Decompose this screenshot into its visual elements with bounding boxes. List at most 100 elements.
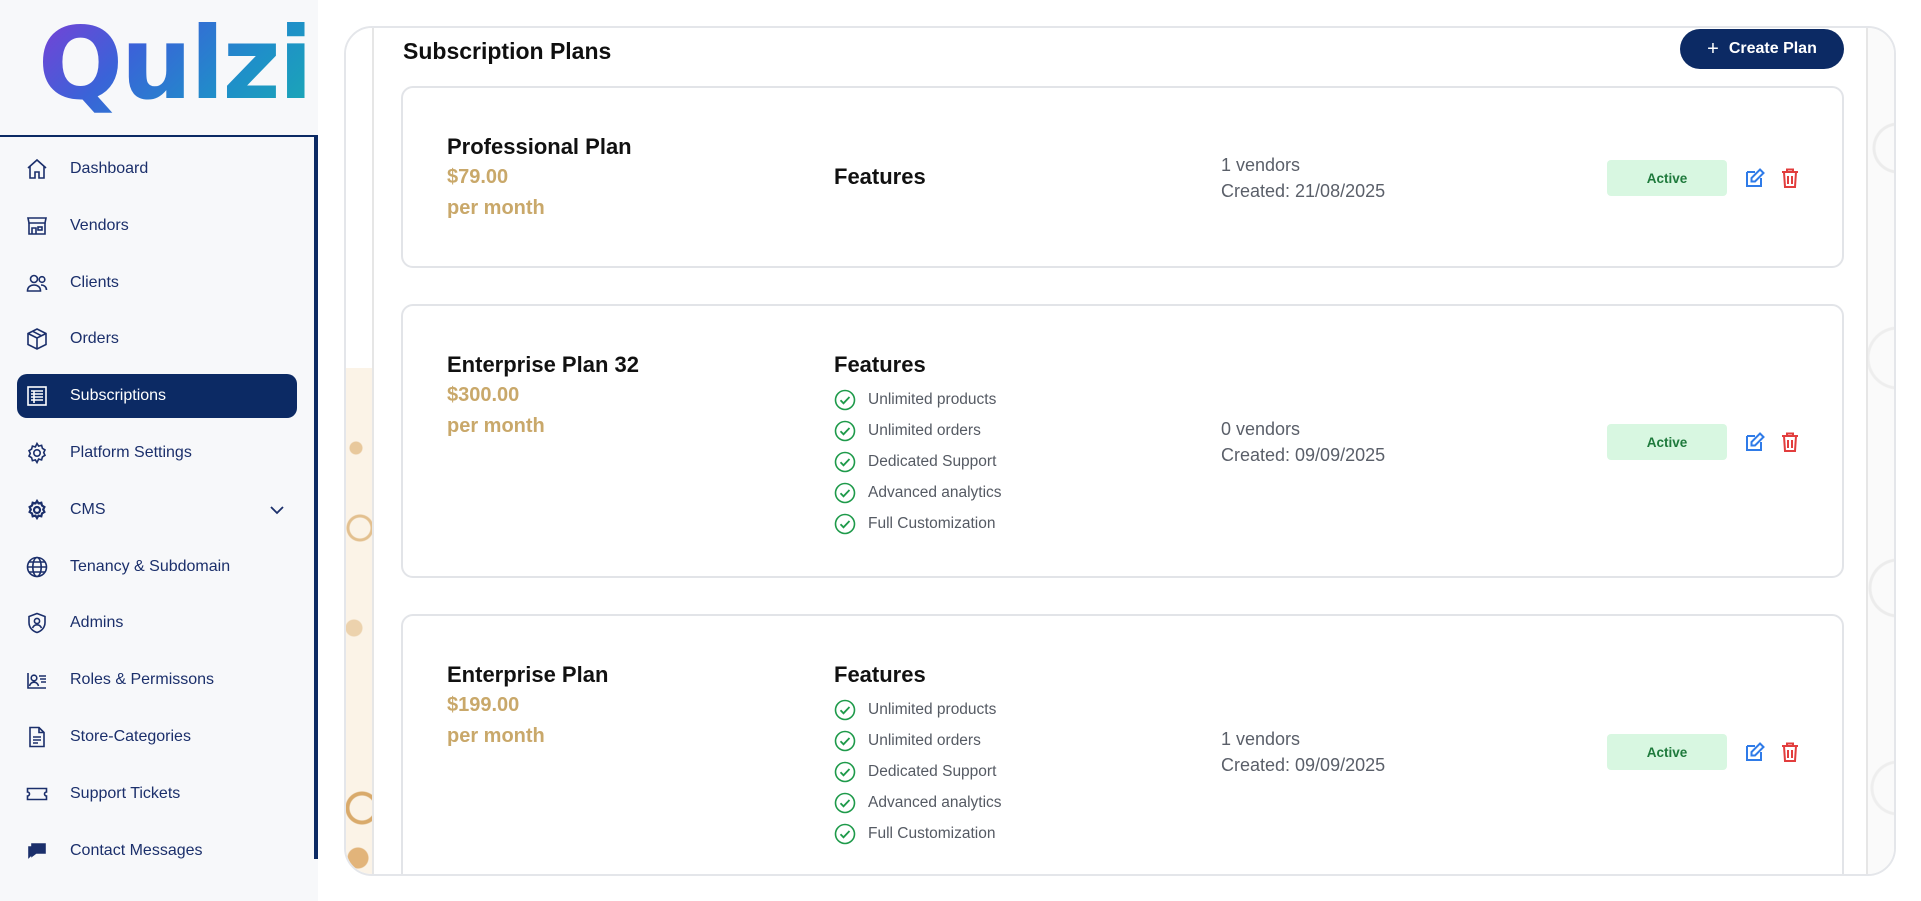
create-plan-label: Create Plan: [1728, 40, 1817, 57]
check-circle-icon: [834, 420, 856, 441]
plan-period: per month: [447, 197, 545, 219]
create-plan-button[interactable]: + Create Plan: [1680, 29, 1844, 69]
feature-item: Dedicated Support: [834, 446, 1002, 477]
sidebar-item-store-categories[interactable]: Store-Categories: [17, 715, 297, 759]
sidebar-item-roles[interactable]: Roles & Permissons: [17, 658, 297, 702]
sidebar-item-support-tickets[interactable]: Support Tickets: [17, 772, 297, 816]
status-badge: Active: [1607, 734, 1727, 770]
sidebar-item-label: Contact Messages: [70, 841, 203, 859]
sidebar-item-vendors[interactable]: Vendors: [17, 204, 297, 248]
plan-period: per month: [447, 725, 545, 747]
shield-user-icon: [25, 611, 49, 635]
check-circle-icon: [834, 699, 856, 720]
page-title: Subscription Plans: [403, 38, 612, 64]
users-icon: [25, 271, 49, 295]
plan-price: $199.00: [447, 694, 520, 716]
edit-icon[interactable]: [1743, 430, 1767, 454]
sidebar-item-dashboard[interactable]: Dashboard: [17, 147, 297, 191]
plan-name: Enterprise Plan 32: [447, 352, 639, 377]
plan-name: Professional Plan: [447, 134, 632, 159]
plan-price: $300.00: [447, 384, 520, 406]
feature-item: Advanced analytics: [834, 787, 1002, 818]
box-icon: [25, 327, 49, 351]
sidebar-divider: [314, 137, 318, 859]
chevron-down-icon[interactable]: [267, 500, 287, 520]
sidebar-item-label: Orders: [70, 330, 119, 348]
check-circle-icon: [834, 761, 856, 782]
sidebar-nav: Dashboard Vendors Clients Orders Subscri…: [17, 147, 297, 885]
sidebar-item-label: Vendors: [70, 216, 129, 234]
id-card-icon: [25, 668, 49, 692]
check-circle-icon: [834, 513, 856, 534]
gear-icon: [25, 498, 49, 522]
edit-icon[interactable]: [1743, 166, 1767, 190]
feature-item: Unlimited products: [834, 694, 1002, 725]
feature-item: Unlimited orders: [834, 725, 1002, 756]
store-icon: [25, 214, 49, 238]
features-title: Features: [834, 352, 926, 377]
plan-card: Professional Plan $79.00 per month Featu…: [401, 86, 1844, 268]
feature-item: Unlimited orders: [834, 415, 1002, 446]
sidebar-item-tenancy[interactable]: Tenancy & Subdomain: [17, 545, 297, 589]
chat-icon: [25, 839, 49, 863]
sidebar-item-label: Tenancy & Subdomain: [70, 557, 231, 575]
feature-item: Advanced analytics: [834, 477, 1002, 508]
feature-item: Unlimited products: [834, 384, 1002, 415]
features-list: Unlimited products Unlimited orders Dedi…: [834, 384, 1002, 539]
document-icon: [25, 725, 49, 749]
trash-icon[interactable]: [1778, 430, 1802, 454]
sidebar-item-cms[interactable]: CMS: [17, 488, 297, 532]
trash-icon[interactable]: [1778, 166, 1802, 190]
plus-icon: +: [1707, 38, 1719, 60]
plan-name: Enterprise Plan: [447, 662, 609, 687]
features-title: Features: [834, 164, 926, 189]
status-badge: Active: [1607, 160, 1727, 196]
check-circle-icon: [834, 451, 856, 472]
receipt-icon: [25, 384, 49, 408]
created-date: Created: 21/08/2025: [1221, 181, 1386, 201]
vendor-count: 0 vendors: [1221, 419, 1301, 439]
plan-card: Enterprise Plan 32 $300.00 per month Fea…: [401, 304, 1844, 578]
sidebar-item-subscriptions[interactable]: Subscriptions: [17, 374, 297, 419]
check-circle-icon: [834, 730, 856, 751]
features-title: Features: [834, 662, 926, 687]
sidebar-item-label: Platform Settings: [70, 443, 192, 461]
vendor-count: 1 vendors: [1221, 729, 1301, 749]
sidebar-item-contact-messages[interactable]: Contact Messages: [17, 829, 297, 873]
sidebar-item-label: Clients: [70, 273, 119, 291]
feature-item: Full Customization: [834, 508, 1002, 539]
check-circle-icon: [834, 823, 856, 844]
decorative-pattern-left: [346, 28, 374, 874]
gear-icon: [25, 441, 49, 465]
decorative-pattern-right: [1866, 28, 1894, 874]
sidebar-item-admins[interactable]: Admins: [17, 601, 297, 645]
plan-meta: 1 vendors Created: 09/09/2025: [1221, 726, 1385, 778]
trash-icon[interactable]: [1778, 740, 1802, 764]
sidebar-item-label: Roles & Permissons: [70, 671, 215, 689]
ticket-icon: [25, 782, 49, 806]
logo-area: Qulzi: [0, 0, 318, 137]
subscription-plans-panel: Subscription Plans + Create Plan Profess…: [344, 26, 1896, 876]
vendor-count: 1 vendors: [1221, 155, 1301, 175]
created-date: Created: 09/09/2025: [1221, 755, 1386, 775]
feature-item: Full Customization: [834, 818, 1002, 849]
sidebar-item-label: Dashboard: [70, 160, 149, 177]
sidebar-item-label: Admins: [70, 614, 124, 632]
features-list: Unlimited products Unlimited orders Dedi…: [834, 694, 1002, 849]
status-badge: Active: [1607, 424, 1727, 460]
home-icon: [25, 157, 49, 181]
sidebar-item-platform-settings[interactable]: Platform Settings: [17, 431, 297, 475]
plan-meta: 0 vendors Created: 09/09/2025: [1221, 416, 1385, 468]
plan-price: $79.00: [447, 166, 509, 188]
edit-icon[interactable]: [1743, 740, 1767, 764]
sidebar-item-clients[interactable]: Clients: [17, 261, 297, 305]
sidebar: Qulzi Dashboard Vendors Clients Orders S…: [0, 0, 318, 901]
sidebar-item-label: CMS: [70, 500, 106, 518]
check-circle-icon: [834, 792, 856, 813]
brand-logo[interactable]: Qulzi: [38, 14, 313, 114]
sidebar-item-label: Store-Categories: [70, 727, 191, 745]
created-date: Created: 09/09/2025: [1221, 445, 1386, 465]
sidebar-item-label: Support Tickets: [70, 784, 181, 802]
sidebar-item-orders[interactable]: Orders: [17, 317, 297, 361]
sidebar-item-label: Subscriptions: [70, 387, 167, 405]
